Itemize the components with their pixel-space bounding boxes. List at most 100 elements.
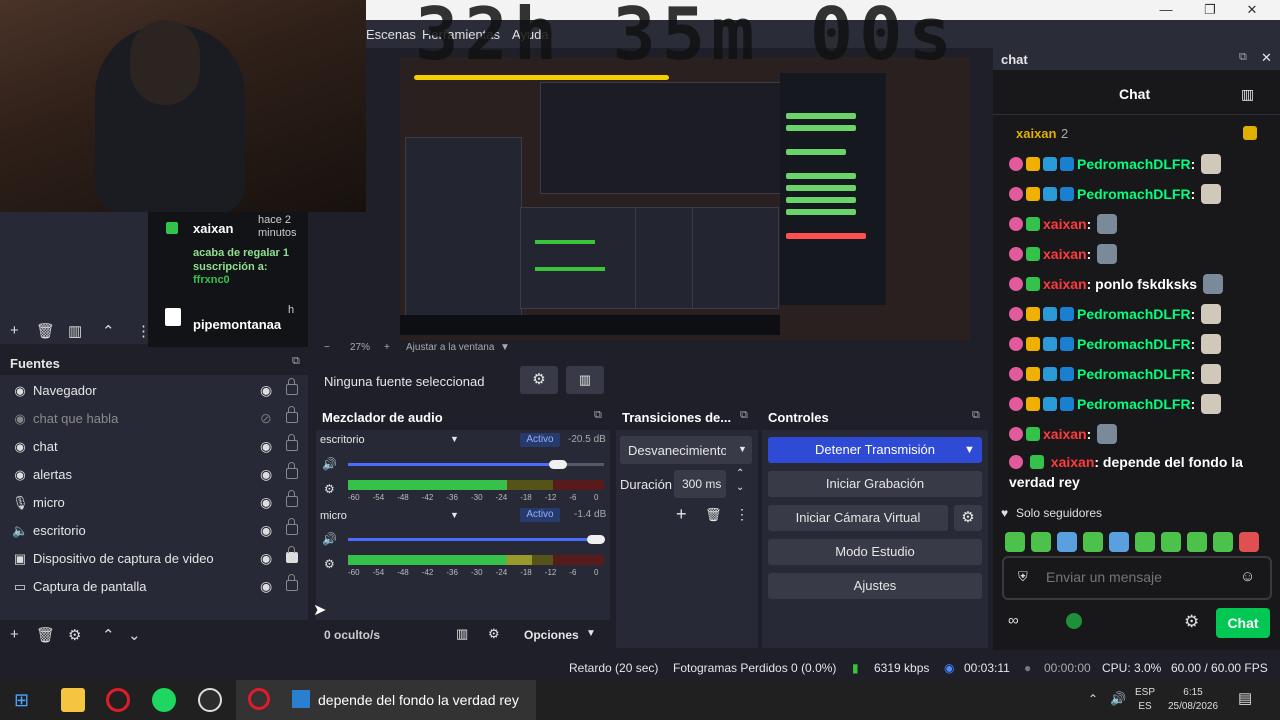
minimize-button[interactable]: — bbox=[1146, 0, 1186, 20]
virtual-camera-button[interactable]: Iniciar Cámara Virtual bbox=[768, 505, 948, 531]
gear-icon[interactable]: ⚙ bbox=[1184, 612, 1199, 632]
remove-source-icon[interactable]: 🗑 bbox=[36, 626, 55, 644]
eye-icon[interactable]: ◉ bbox=[260, 550, 272, 567]
kick-logo-icon[interactable] bbox=[1066, 613, 1082, 629]
eye-icon[interactable]: ◉ bbox=[260, 382, 272, 399]
more-icon[interactable]: ⋮ bbox=[735, 506, 749, 523]
start-recording-button[interactable]: Iniciar Grabación bbox=[768, 471, 982, 497]
speaker-icon[interactable]: 🔊 bbox=[322, 457, 337, 471]
user-list-icon[interactable]: ▥ bbox=[1241, 86, 1254, 103]
close-icon[interactable]: ✕ bbox=[1261, 50, 1272, 66]
lock-icon[interactable] bbox=[286, 434, 298, 451]
add-transition-icon[interactable]: + bbox=[676, 504, 687, 525]
chevron-down-icon[interactable]: ▼ bbox=[586, 628, 596, 639]
chevron-down-icon[interactable]: ▼ bbox=[450, 510, 459, 520]
obs-icon[interactable] bbox=[198, 688, 222, 712]
scene-filters-icon[interactable]: ▥ bbox=[68, 322, 82, 340]
menu-escenas[interactable]: Escenas bbox=[366, 27, 416, 42]
lock-icon[interactable] bbox=[286, 490, 298, 507]
file-explorer-icon[interactable] bbox=[61, 688, 85, 712]
zoom-in-icon[interactable]: + bbox=[384, 342, 390, 353]
audio-settings-icon[interactable]: ⚙ bbox=[324, 557, 335, 571]
windows-start-icon[interactable]: ⊞ bbox=[14, 690, 29, 711]
clock[interactable]: 6:15 25/08/2026 bbox=[1166, 686, 1220, 714]
layout-icon[interactable]: ▥ bbox=[456, 626, 468, 642]
lock-icon[interactable] bbox=[286, 518, 298, 535]
lock-icon[interactable] bbox=[286, 574, 298, 591]
add-scene-icon[interactable]: + bbox=[10, 322, 19, 339]
source-item[interactable]: ◉ Navegador ◉ bbox=[0, 377, 308, 405]
duration-input[interactable]: 300 ms bbox=[674, 470, 726, 498]
restore-button[interactable]: ❐ bbox=[1190, 0, 1230, 20]
move-up-icon[interactable]: ⌃ bbox=[102, 626, 115, 644]
lock-icon[interactable] bbox=[286, 378, 298, 395]
eye-icon[interactable]: ◉ bbox=[260, 438, 272, 455]
lock-icon[interactable] bbox=[286, 462, 298, 479]
audio-settings-icon[interactable]: ⚙ bbox=[324, 482, 335, 496]
chat-input[interactable]: ⛨ ☺ bbox=[1002, 556, 1272, 600]
remove-scene-icon[interactable]: 🗑 bbox=[36, 322, 55, 340]
source-item[interactable]: 🔈 escritorio ◉ bbox=[0, 517, 308, 545]
source-item[interactable]: ◉ chat que habla ⊘ bbox=[0, 405, 308, 433]
settings-button[interactable]: Ajustes bbox=[768, 573, 982, 599]
emote-bar[interactable] bbox=[1005, 532, 1265, 552]
lock-icon[interactable] bbox=[286, 406, 298, 423]
close-button[interactable]: ✕ bbox=[1232, 0, 1272, 20]
chevron-down-icon[interactable]: ▼ bbox=[500, 342, 510, 353]
advanced-audio-icon[interactable]: ⚙ bbox=[488, 626, 500, 642]
crowd-icon[interactable]: ∞ bbox=[1008, 612, 1019, 629]
chat-send-button[interactable]: Chat bbox=[1216, 608, 1270, 638]
properties-gear-icon[interactable]: ⚙ bbox=[520, 366, 558, 394]
stepper-up-icon[interactable]: ⌃ bbox=[736, 468, 744, 479]
source-item[interactable]: ◉ alertas ◉ bbox=[0, 461, 308, 489]
language-indicator[interactable]: ESP ES bbox=[1134, 686, 1156, 714]
transition-select[interactable]: Desvanecimiento ▼ bbox=[620, 436, 752, 464]
undock-icon[interactable]: ⧉ bbox=[292, 355, 300, 368]
eye-icon[interactable]: ◉ bbox=[260, 494, 272, 511]
undock-icon[interactable]: ⧉ bbox=[1239, 51, 1247, 64]
remove-transition-icon[interactable]: 🗑 bbox=[705, 507, 722, 523]
eye-hidden-icon[interactable]: ⊘ bbox=[260, 410, 272, 427]
eye-icon[interactable]: ◉ bbox=[260, 578, 272, 595]
eye-icon[interactable]: ◉ bbox=[260, 522, 272, 539]
taskbar-active-window[interactable]: depende del fondo la verdad rey bbox=[236, 680, 536, 720]
notifications-icon[interactable]: ▤ bbox=[1238, 689, 1252, 707]
studio-mode-button[interactable]: Modo Estudio bbox=[768, 539, 982, 565]
opera-icon[interactable] bbox=[106, 688, 130, 712]
stop-stream-button[interactable]: Detener Transmisión ▼ bbox=[768, 437, 982, 463]
chevron-down-icon[interactable]: ▼ bbox=[450, 434, 459, 444]
emoji-icon[interactable]: ☺ bbox=[1240, 568, 1255, 585]
source-item[interactable]: ◉ chat ◉ bbox=[0, 433, 308, 461]
undock-icon[interactable]: ⧉ bbox=[594, 409, 602, 422]
top-gifter-count: 2 bbox=[1061, 126, 1069, 141]
move-down-icon[interactable]: ⌄ bbox=[128, 626, 141, 644]
source-item[interactable]: ▣ Dispositivo de captura de video ◉ bbox=[0, 545, 308, 573]
volume-icon[interactable]: 🔊 bbox=[1110, 691, 1126, 707]
source-item[interactable]: ▭ Captura de pantalla ◉ bbox=[0, 573, 308, 601]
gear-icon[interactable]: ⚙ bbox=[68, 626, 81, 644]
filters-icon[interactable]: ▥ bbox=[566, 366, 604, 394]
alert-text: acaba de regalar 1 suscripción a: bbox=[193, 247, 290, 273]
zoom-out-icon[interactable]: − bbox=[324, 342, 330, 353]
virtual-camera-gear-icon[interactable]: ⚙ bbox=[954, 505, 982, 531]
webcam-head bbox=[130, 20, 200, 105]
speaker-icon[interactable]: 🔊 bbox=[322, 532, 337, 546]
eye-icon[interactable]: ◉ bbox=[260, 466, 272, 483]
fit-window-select[interactable]: Ajustar a la ventana bbox=[406, 342, 494, 353]
undock-icon[interactable]: ⧉ bbox=[740, 409, 748, 422]
move-up-icon[interactable]: ⌃ bbox=[102, 322, 115, 340]
fuentes-title: Fuentes bbox=[10, 356, 60, 371]
options-button[interactable]: Opciones bbox=[524, 628, 579, 642]
source-item[interactable]: 🎙 micro ◉ bbox=[0, 489, 308, 517]
volume-knob[interactable] bbox=[548, 460, 567, 469]
scale-tick: -12 bbox=[544, 493, 557, 502]
add-source-icon[interactable]: + bbox=[10, 626, 19, 643]
chevron-up-icon[interactable]: ⌃ bbox=[1088, 692, 1098, 706]
volume-knob[interactable] bbox=[587, 535, 606, 544]
spotify-icon[interactable] bbox=[152, 688, 176, 712]
undock-icon[interactable]: ⧉ bbox=[972, 409, 980, 422]
stepper-down-icon[interactable]: ⌄ bbox=[736, 482, 744, 493]
lock-icon[interactable] bbox=[286, 546, 298, 563]
message-field[interactable] bbox=[1044, 566, 1228, 588]
scenes-list[interactable] bbox=[0, 212, 148, 322]
